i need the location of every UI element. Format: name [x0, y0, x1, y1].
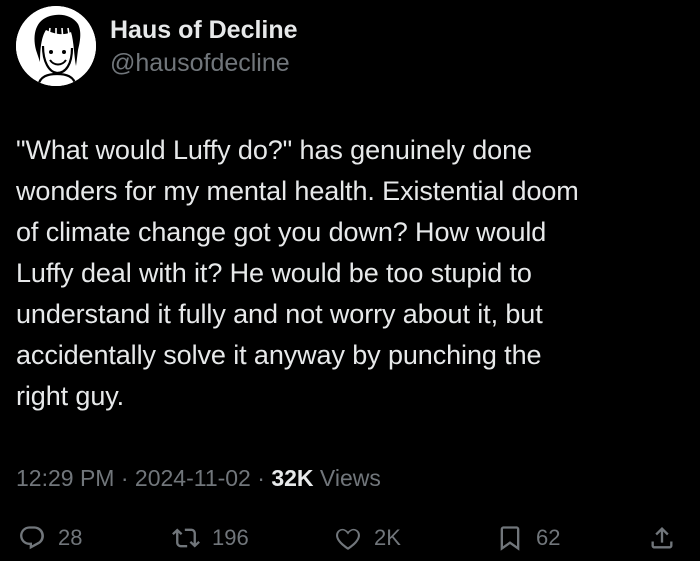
avatar[interactable]	[16, 6, 96, 86]
views-label: Views	[319, 465, 381, 491]
action-bar: 28 196 2K 62	[0, 518, 700, 558]
bookmark-button[interactable]: 62	[496, 518, 560, 558]
retweet-button[interactable]: 196	[172, 518, 249, 558]
tweet-date[interactable]: 2024-11-02	[135, 465, 251, 491]
bookmark-count: 62	[536, 525, 561, 550]
author-info: Haus of Decline @hausofdecline	[110, 15, 298, 78]
retweet-count: 196	[212, 525, 249, 550]
reply-button[interactable]: 28	[18, 518, 82, 558]
user-handle[interactable]: @hausofdecline	[110, 48, 298, 78]
display-name[interactable]: Haus of Decline	[110, 15, 298, 45]
share-icon	[651, 527, 673, 549]
share-button[interactable]	[648, 518, 676, 558]
reply-icon	[20, 526, 44, 550]
bookmark-icon	[500, 526, 520, 551]
tweet: Haus of Decline @hausofdecline "What wou…	[0, 0, 700, 561]
tweet-time[interactable]: 12:29 PM	[16, 465, 114, 491]
views-count: 32K	[271, 465, 314, 491]
like-count: 2K	[374, 525, 401, 550]
tweet-meta: 12:29 PM · 2024-11-02 · 32K Views	[16, 463, 381, 493]
meta-separator: ·	[120, 465, 129, 491]
tweet-text: "What would Luffy do?" has genuinely don…	[16, 135, 579, 411]
heart-icon	[336, 528, 360, 550]
meta-separator: ·	[257, 465, 265, 491]
retweet-icon	[172, 528, 200, 548]
reply-count: 28	[58, 525, 83, 550]
like-button[interactable]: 2K	[334, 518, 401, 558]
cartoon-face-avatar-icon	[16, 6, 96, 86]
